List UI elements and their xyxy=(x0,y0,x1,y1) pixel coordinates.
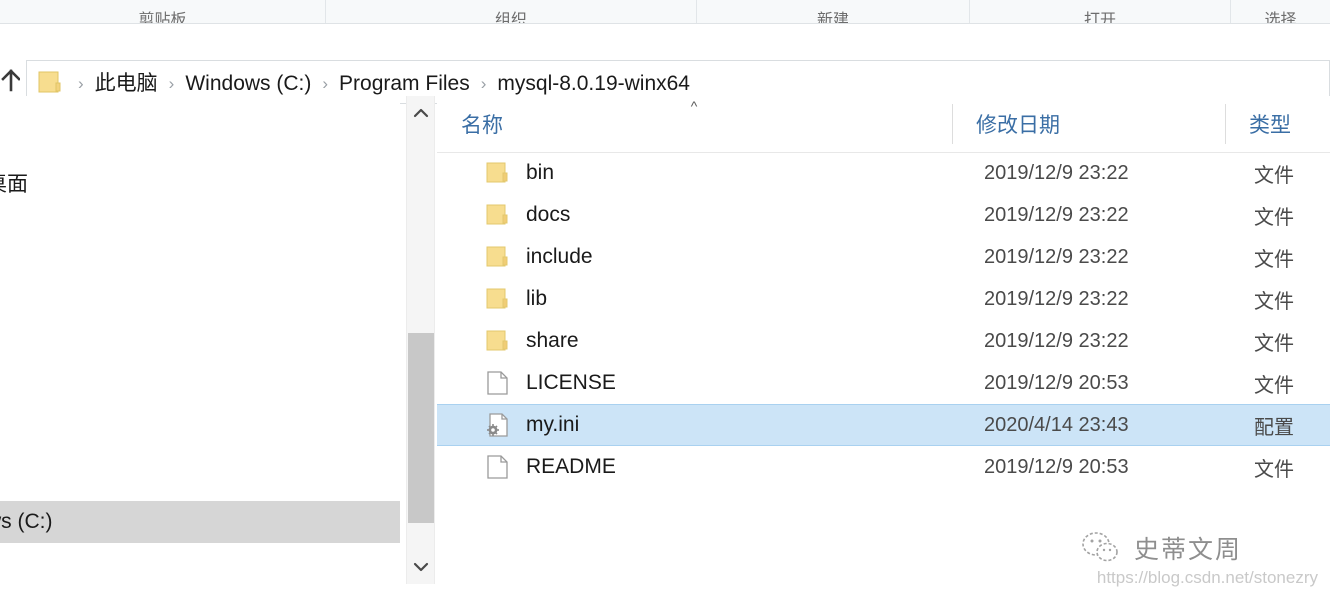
file-name: LICENSE xyxy=(526,371,616,394)
file-date-modified: 2019/12/9 23:22 xyxy=(984,287,1129,310)
file-name: lib xyxy=(526,287,548,310)
column-divider[interactable] xyxy=(952,104,953,144)
file-date-modified: 2019/12/9 23:22 xyxy=(984,161,1129,184)
folder-icon xyxy=(486,204,508,225)
file-type: 配置 xyxy=(1254,416,1294,439)
nav-pane-scrollbar[interactable] xyxy=(406,96,435,584)
ribbon-group-3[interactable]: 打开 xyxy=(970,0,1230,24)
ribbon-separator xyxy=(325,0,326,23)
ribbon-separator xyxy=(1230,0,1231,23)
file-name: README xyxy=(526,455,616,478)
ribbon-group-label: 剪贴板 xyxy=(138,12,187,24)
column-header-2[interactable]: 类型 xyxy=(1225,96,1330,151)
file-icon-cell xyxy=(437,411,526,439)
scroll-down-button[interactable] xyxy=(407,552,434,582)
table-row[interactable]: LICENSE 2019/12/9 20:53 文件 xyxy=(437,362,1330,404)
table-row[interactable]: share 2019/12/9 23:22 文件 xyxy=(437,320,1330,362)
file-icon-cell xyxy=(437,369,526,397)
nav-item-label: ws (C:) xyxy=(0,510,53,533)
ribbon-group-2[interactable]: 新建 xyxy=(697,0,969,24)
folder-icon xyxy=(486,246,508,267)
file-type: 文件 xyxy=(1254,164,1294,187)
arrow-up-icon xyxy=(1,69,21,92)
breadcrumb-separator: › xyxy=(78,74,84,93)
ribbon-separator xyxy=(696,0,697,23)
ribbon-group-label: 选择 xyxy=(1264,12,1297,24)
file-date-modified: 2019/12/9 23:22 xyxy=(984,203,1129,226)
chevron-down-icon xyxy=(413,562,428,572)
ribbon-group-label: 组织 xyxy=(494,12,527,24)
up-one-level-button[interactable] xyxy=(0,66,21,94)
column-header-1[interactable]: 修改日期 xyxy=(952,96,1224,151)
column-header-label: 修改日期 xyxy=(976,113,1060,137)
file-icon-cell xyxy=(437,159,526,187)
ribbon-group-0[interactable]: 剪贴板 xyxy=(0,0,325,24)
file-icon-cell xyxy=(437,453,526,481)
column-header-0[interactable]: 名称 ^ xyxy=(437,96,951,151)
file-type: 文件 xyxy=(1254,374,1294,397)
column-header-label: 名称 xyxy=(461,113,503,137)
breadcrumb-separator: › xyxy=(322,74,329,93)
file-name: bin xyxy=(526,161,555,184)
file-date-modified: 2019/12/9 23:22 xyxy=(984,329,1129,352)
nav-item-clipped[interactable]: 桌面 xyxy=(0,168,28,198)
sort-ascending-icon: ^ xyxy=(690,98,698,114)
scrollbar-thumb[interactable] xyxy=(408,333,434,523)
breadcrumb-path: › 此电脑 › Windows (C:) › Program Files › mysql-8.… xyxy=(69,67,692,97)
breadcrumb-item-2[interactable]: Program Files xyxy=(337,72,472,95)
table-row[interactable]: bin 2019/12/9 23:22 文件 xyxy=(437,152,1330,194)
navigation-pane[interactable]: 桌面 ws (C:) xyxy=(0,96,400,586)
file-date-modified: 2020/4/14 23:43 xyxy=(984,413,1129,436)
document-icon xyxy=(487,455,508,479)
table-row[interactable]: my.ini 2020/4/14 23:43 配置 xyxy=(437,404,1330,446)
folder-icon xyxy=(38,71,61,93)
file-list-pane[interactable]: 名称 ^ 修改日期 类型 bin 2019/12/9 23:22 文件 docs 2019/1… xyxy=(437,96,1330,594)
file-type: 文件 xyxy=(1254,290,1294,313)
table-row[interactable]: README 2019/12/9 20:53 文件 xyxy=(437,446,1330,488)
breadcrumb-separator: › xyxy=(168,74,175,93)
file-rows: bin 2019/12/9 23:22 文件 docs 2019/12/9 23:22 文… xyxy=(437,152,1330,488)
breadcrumb-item-3[interactable]: mysql-8.0.19-winx64 xyxy=(495,72,692,95)
config-file-icon xyxy=(487,413,508,437)
folder-icon xyxy=(486,288,508,309)
ribbon-group-label: 打开 xyxy=(1083,12,1116,24)
file-icon-cell xyxy=(437,201,526,229)
breadcrumb-item-0[interactable]: 此电脑 xyxy=(93,72,160,95)
chevron-up-icon xyxy=(413,108,428,118)
file-name: include xyxy=(526,245,593,268)
file-name: share xyxy=(526,329,579,352)
table-row[interactable]: docs 2019/12/9 23:22 文件 xyxy=(437,194,1330,236)
file-date-modified: 2019/12/9 20:53 xyxy=(984,455,1129,478)
file-type: 文件 xyxy=(1254,248,1294,271)
nav-item-selected[interactable]: ws (C:) xyxy=(0,501,400,543)
column-header-row: 名称 ^ 修改日期 类型 xyxy=(437,96,1330,153)
ribbon-separator xyxy=(969,0,970,23)
file-name: docs xyxy=(526,203,571,226)
breadcrumb-separator: › xyxy=(480,74,487,93)
file-icon-cell xyxy=(437,243,526,271)
breadcrumb-item-1[interactable]: Windows (C:) xyxy=(183,72,313,95)
file-icon-cell xyxy=(437,327,526,355)
ribbon-group-4[interactable]: 选择 xyxy=(1231,0,1330,24)
ribbon-bar: 剪贴板 组织 新建 打开 选择 xyxy=(0,0,1330,24)
scroll-up-button[interactable] xyxy=(407,98,434,128)
table-row[interactable]: lib 2019/12/9 23:22 文件 xyxy=(437,278,1330,320)
column-divider[interactable] xyxy=(1225,104,1226,144)
file-type: 文件 xyxy=(1254,206,1294,229)
ribbon-group-1[interactable]: 组织 xyxy=(326,0,696,24)
document-icon xyxy=(487,371,508,395)
file-type: 文件 xyxy=(1254,458,1294,481)
folder-icon xyxy=(486,162,508,183)
ribbon-group-label: 新建 xyxy=(816,12,849,24)
file-name: my.ini xyxy=(526,413,580,436)
column-header-label: 类型 xyxy=(1249,113,1291,137)
file-type: 文件 xyxy=(1254,332,1294,355)
file-date-modified: 2019/12/9 23:22 xyxy=(984,245,1129,268)
folder-icon xyxy=(486,330,508,351)
address-bar: › 此电脑 › Windows (C:) › Program Files › mysql-8.… xyxy=(0,24,1330,104)
file-icon-cell xyxy=(437,285,526,313)
file-date-modified: 2019/12/9 20:53 xyxy=(984,371,1129,394)
table-row[interactable]: include 2019/12/9 23:22 文件 xyxy=(437,236,1330,278)
